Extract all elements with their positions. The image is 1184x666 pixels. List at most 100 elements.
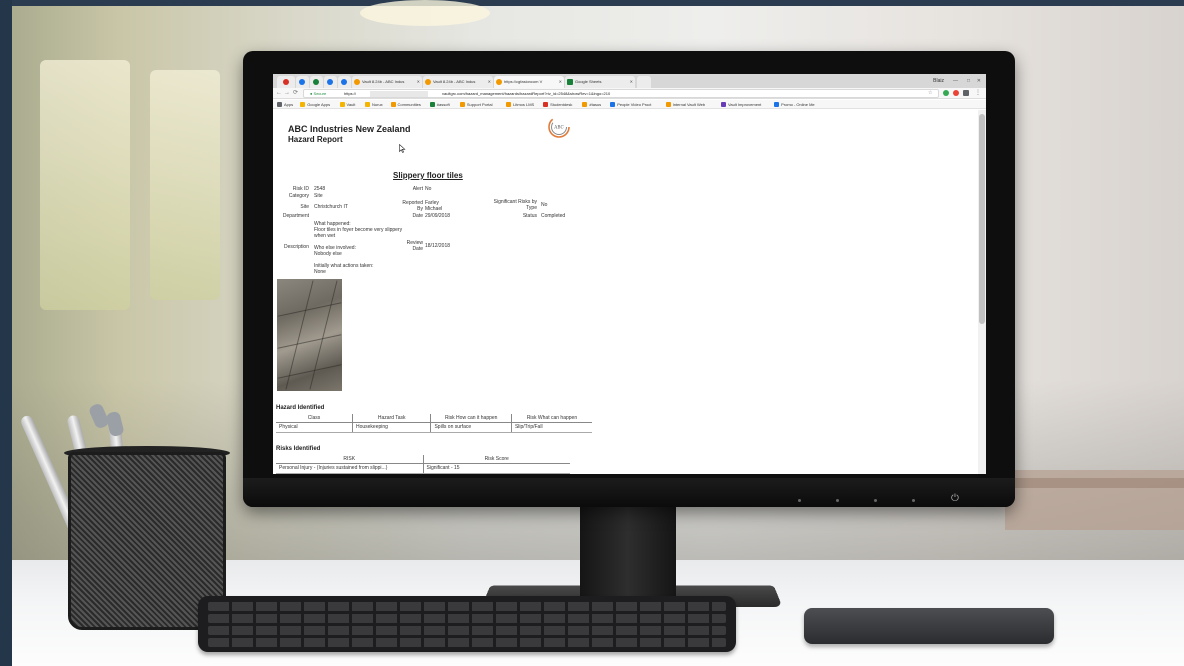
maximize-icon[interactable]: □ <box>967 76 970 86</box>
alert-label: Alert <box>412 186 423 192</box>
vault-icon <box>496 79 502 85</box>
star-icon[interactable]: ☆ <box>928 89 932 98</box>
bookmark-label: Support Portal <box>466 102 493 107</box>
extension-icon[interactable] <box>943 90 949 96</box>
gmail-tab[interactable] <box>277 76 295 88</box>
table-cell: Spills on surface <box>430 422 512 433</box>
tab-google-sheets[interactable]: Google Sheets ✕ <box>565 76 635 88</box>
bookmark-icon <box>610 102 616 107</box>
bookmark-icon <box>582 102 588 107</box>
pinned-tab[interactable] <box>324 76 337 88</box>
close-window-icon[interactable]: ✕ <box>977 76 981 86</box>
key-row <box>208 602 726 611</box>
pinned-tab[interactable] <box>338 76 351 88</box>
back-icon[interactable]: ← <box>276 89 282 98</box>
url-rest: vaultgrc.com/hazard_management/hazards/h… <box>442 91 611 96</box>
close-icon[interactable]: ✕ <box>488 76 491 88</box>
bookmark-item[interactable]: Vault <box>339 100 356 109</box>
bookmark-item[interactable]: Vault Improvement <box>721 100 761 109</box>
forward-icon[interactable]: → <box>284 89 290 98</box>
keyboard <box>198 596 736 652</box>
power-icon: ⏻ <box>951 493 959 504</box>
description-value: What happened: Floor tiles in foyer beco… <box>314 221 403 275</box>
bookmark-item[interactable]: Studentdesk <box>543 100 572 109</box>
bookmark-label: #tasus <box>589 102 602 107</box>
close-icon[interactable]: ✕ <box>417 76 420 88</box>
profile-name[interactable]: Blaiz <box>933 76 944 86</box>
bookmark-label: Vault Improvement <box>728 102 762 107</box>
close-icon[interactable]: ✕ <box>559 76 562 88</box>
status-label: Status <box>522 213 537 219</box>
tile-grout <box>277 334 342 349</box>
bookmark-item[interactable]: Promo - Online Me <box>774 100 815 109</box>
tab-active-report[interactable]: https://cgfasioncom V ✕ <box>494 76 564 88</box>
tile-grout <box>277 364 342 379</box>
bookmark-icon <box>543 102 549 107</box>
bookmark-item[interactable]: Apps <box>277 100 293 109</box>
tab-vault-2[interactable]: Vault 8.24b - ABC Indus ✕ <box>423 76 493 88</box>
risk-id-value: 2548 <box>314 186 326 192</box>
bookmark-icon <box>300 102 306 107</box>
department-label: Department <box>282 213 309 219</box>
bookmark-item[interactable]: Support Portal <box>459 100 493 109</box>
bookmark-icon <box>365 102 370 107</box>
significant-risks-label: Significant Risks by Type <box>493 199 537 211</box>
calendar-icon <box>299 79 305 85</box>
reported-by-label: Reported By <box>402 200 423 212</box>
bookmarks-bar: Apps Google Apps Vault Nurux Communities #ass… <box>273 100 986 109</box>
bookmark-item[interactable]: Communities <box>390 100 421 109</box>
extension-icon[interactable] <box>953 90 959 96</box>
vault-icon <box>425 79 431 85</box>
tab-vault-1[interactable]: Vault 8.24b - ABC Indus ✕ <box>352 76 422 88</box>
site-value: Christchurch IT <box>314 204 348 210</box>
minimize-icon[interactable]: — <box>953 76 958 86</box>
new-tab-button[interactable] <box>637 76 651 88</box>
review-date-label: Review Date <box>406 240 423 252</box>
url-input[interactable]: ● Secure https:// vaultgrc.com/hazard_man… <box>303 89 939 98</box>
menu-icon[interactable]: ⋮ <box>975 89 981 98</box>
bookmark-item[interactable]: People Video Proct <box>610 100 651 109</box>
key-row <box>208 626 726 635</box>
blurred-window-2 <box>150 70 220 300</box>
bookmark-item[interactable]: #tasus <box>582 100 601 109</box>
bookmark-label: Promo - Online Me <box>781 102 815 107</box>
page-scrollbar[interactable] <box>978 110 986 474</box>
bookmark-item[interactable]: Internal Vault Web <box>665 100 705 109</box>
table-row: Personal Injury - (Injuries sustained fr… <box>276 463 570 474</box>
bookmark-icon <box>390 102 396 107</box>
hazard-name: Slippery floor tiles <box>393 171 463 180</box>
secure-text: Secure <box>313 91 327 96</box>
key-row <box>208 638 726 647</box>
bookmark-item[interactable]: Nurux <box>365 100 383 109</box>
review-date-value: 18/12/2018 <box>425 243 451 249</box>
close-icon[interactable]: ✕ <box>630 76 633 88</box>
table-column-header: RISK <box>276 455 423 464</box>
bookmark-item[interactable]: Litmos LMS <box>506 100 534 109</box>
bookmark-item[interactable]: #assoft <box>429 100 450 109</box>
bookmark-item[interactable]: Google Apps <box>300 100 330 109</box>
extension-icon[interactable] <box>963 90 969 96</box>
bookmark-icon <box>429 102 435 107</box>
bookmark-icon <box>774 102 780 107</box>
secure-lock-label[interactable]: ● Secure <box>310 90 326 98</box>
url-prefix: https:// <box>344 91 357 96</box>
bookmark-icon <box>506 102 512 107</box>
scrollbar-thumb[interactable] <box>979 114 985 324</box>
table-row: Physical Housekeeping Spills on surface Sli… <box>276 422 592 433</box>
reload-icon[interactable]: ⟳ <box>293 89 298 98</box>
bookmark-label: Vault <box>346 102 356 107</box>
hazard-photo[interactable] <box>277 279 342 391</box>
tab-label: Vault 8.24b - ABC Indus <box>362 79 405 84</box>
bookmark-label: Litmos LMS <box>513 102 535 107</box>
bookmark-label: Apps <box>284 102 294 107</box>
pinned-tab[interactable] <box>310 76 323 88</box>
category-value: Site <box>314 193 323 199</box>
bookmark-label: Studentdesk <box>550 102 573 107</box>
risks-identified-title: Risks Identified <box>276 446 321 452</box>
company-logo: ABC <box>548 116 570 138</box>
bookmark-label: Nurux <box>372 102 383 107</box>
bookmark-label: Communities <box>397 102 421 107</box>
monitor-chin <box>243 478 1015 507</box>
alert-value: No <box>425 186 432 192</box>
pinned-tab[interactable] <box>296 76 309 88</box>
